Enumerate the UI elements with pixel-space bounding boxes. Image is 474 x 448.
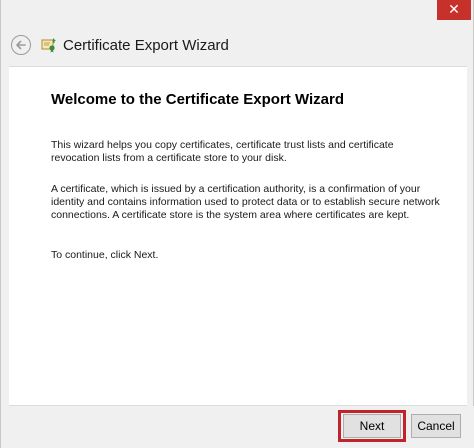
next-button[interactable]: Next <box>343 414 401 438</box>
continue-instruction: To continue, click Next. <box>51 249 159 261</box>
wizard-content: Welcome to the Certificate Export Wizard… <box>9 66 467 406</box>
certificate-description: A certificate, which is issued by a cert… <box>51 183 440 221</box>
cancel-button[interactable]: Cancel <box>411 414 461 438</box>
close-icon: ✕ <box>448 2 460 18</box>
intro-paragraph: This wizard helps you copy certificates,… <box>51 139 394 164</box>
window-title: Certificate Export Wizard <box>63 36 229 54</box>
close-button[interactable]: ✕ <box>437 0 471 20</box>
back-button[interactable] <box>11 35 31 55</box>
wizard-window: ✕ Certificate Export Wizard Welcome to t… <box>0 0 474 448</box>
certificate-icon <box>41 37 57 53</box>
page-heading: Welcome to the Certificate Export Wizard <box>51 91 344 108</box>
wizard-header: Certificate Export Wizard <box>9 30 429 60</box>
back-arrow-icon <box>16 40 26 50</box>
